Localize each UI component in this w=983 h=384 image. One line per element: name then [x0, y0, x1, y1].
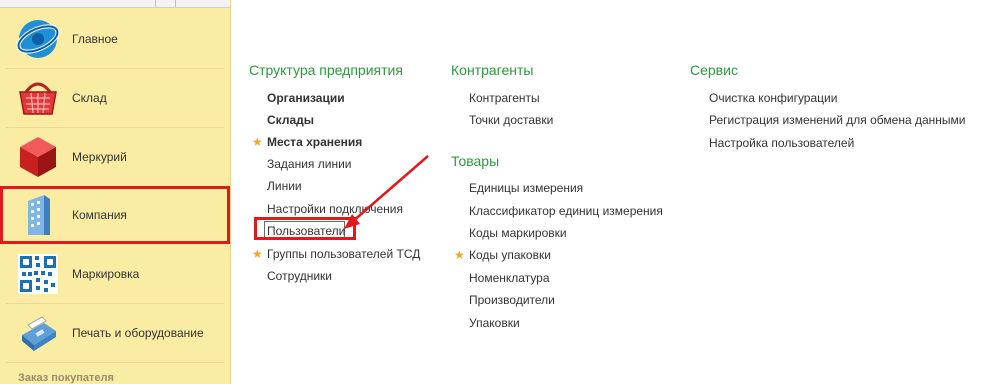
- link-storage-places[interactable]: Места хранения: [267, 135, 362, 149]
- link-manufacturers[interactable]: Производители: [469, 293, 555, 307]
- sidebar-item-company[interactable]: Компания: [0, 186, 230, 244]
- link-marking-codes[interactable]: Коды маркировки: [469, 226, 567, 240]
- sidebar-toolbar: [0, 0, 230, 8]
- globe-icon: [16, 20, 60, 58]
- sidebar-item-label: Маркировка: [72, 267, 140, 281]
- link-units-classifier[interactable]: Классификатор единиц измерения: [469, 204, 663, 218]
- annotation-highlight-box: [254, 217, 356, 240]
- cube-icon: [20, 137, 56, 177]
- sidebar-footer-label: Заказ покупателя: [18, 372, 114, 384]
- sidebar-item-printing[interactable]: Печать и оборудование: [0, 304, 230, 362]
- link-nomenclature[interactable]: Номенклатура: [469, 271, 550, 285]
- section-title-service: Сервис: [690, 62, 738, 78]
- link-packages[interactable]: Упаковки: [469, 316, 520, 330]
- link-config-cleanup[interactable]: Очистка конфигурации: [709, 91, 837, 105]
- sidebar-item-label: Компания: [72, 208, 127, 222]
- building-icon: [28, 195, 50, 235]
- section-title-goods: Товары: [451, 153, 500, 169]
- link-employees[interactable]: Сотрудники: [267, 269, 332, 283]
- sidebar-item-marking[interactable]: Маркировка: [0, 245, 230, 303]
- basket-icon: [19, 82, 57, 115]
- link-user-settings[interactable]: Настройка пользователей: [709, 136, 854, 150]
- printer-terminal-icon: [22, 316, 56, 351]
- section-title-structure: Структура предприятия: [249, 62, 403, 78]
- link-contractors[interactable]: Контрагенты: [469, 91, 540, 105]
- link-connection-settings[interactable]: Настройки подключения: [267, 202, 403, 216]
- sidebar-item-mercury[interactable]: Меркурий: [0, 128, 230, 186]
- link-line-tasks[interactable]: Задания линии: [267, 157, 352, 171]
- link-exchange-registration[interactable]: Регистрация изменений для обмена данными: [709, 113, 965, 127]
- sidebar: Главное Склад Меркурий Компания Маркиров…: [0, 0, 231, 384]
- link-units[interactable]: Единицы измерения: [469, 181, 583, 195]
- link-warehouses[interactable]: Склады: [267, 113, 314, 127]
- link-lines[interactable]: Линии: [267, 179, 302, 193]
- sidebar-item-main[interactable]: Главное: [0, 10, 230, 68]
- star-icon[interactable]: ★: [252, 247, 263, 261]
- sidebar-item-warehouse[interactable]: Склад: [0, 69, 230, 127]
- link-tsd-user-groups[interactable]: Группы пользователей ТСД: [267, 247, 420, 261]
- qr-code-icon: [18, 254, 58, 294]
- sidebar-item-label: Главное: [72, 32, 118, 46]
- sidebar-item-label: Печать и оборудование: [72, 326, 204, 340]
- link-package-codes[interactable]: Коды упаковки: [469, 248, 551, 262]
- link-organizations[interactable]: Организации: [267, 91, 345, 105]
- star-icon[interactable]: ★: [454, 248, 465, 262]
- star-icon[interactable]: ★: [252, 135, 263, 149]
- link-delivery-points[interactable]: Точки доставки: [469, 113, 553, 127]
- section-title-contractors: Контрагенты: [451, 62, 534, 78]
- sidebar-item-label: Склад: [72, 91, 107, 105]
- sidebar-item-label: Меркурий: [72, 150, 127, 164]
